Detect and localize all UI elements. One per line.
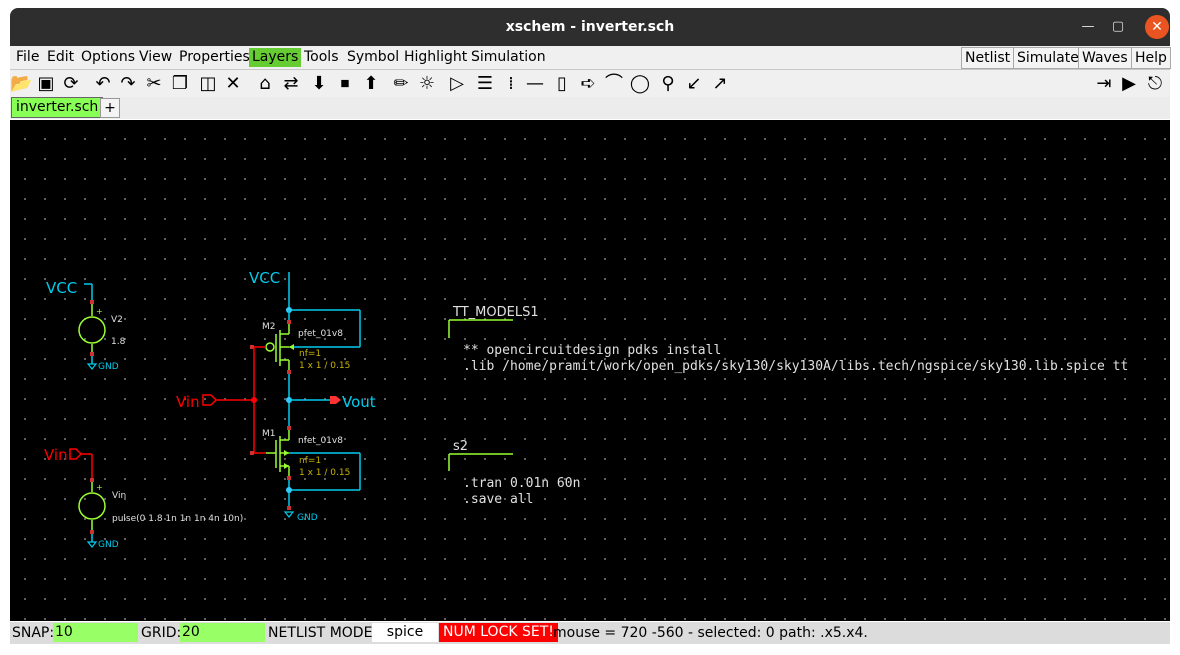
menu-options[interactable]: Options [78, 48, 138, 67]
open-icon[interactable]: 📂 [10, 73, 32, 95]
vcc-label-left: VCC [46, 279, 77, 297]
zoom-out-icon[interactable]: ↗ [709, 73, 731, 95]
m2-model: pfet_01v8 [298, 329, 343, 339]
menu-view[interactable]: View [136, 48, 175, 67]
svg-text:+: + [96, 483, 103, 492]
waves-icon[interactable]: ⎋ [1144, 73, 1166, 95]
add-tab-button[interactable]: + [100, 98, 120, 118]
waves-button[interactable]: Waves [1078, 47, 1132, 69]
m2-size: 1 x 1 / 0.15 [299, 361, 350, 371]
snap-input[interactable]: 10 [53, 623, 138, 642]
gnd-label-m1: GND [297, 513, 318, 523]
netlist-button[interactable]: Netlist [961, 47, 1015, 69]
vin-source-name: Vin [112, 491, 126, 501]
tab-inverter[interactable]: inverter.sch [11, 97, 104, 118]
arc-icon[interactable]: ⌒ [603, 73, 625, 95]
toolbar: 📂 ▣ ⟳ ↶ ↷ ✂ ❐ ◫ ✕ ⌂ ⇄ ⬇ ⏹ ⬆ ✏ ☼ ▷ ☰ ⁞ — … [10, 70, 1170, 97]
status-info: mouse = 720 -560 - selected: 0 path: .x5… [553, 625, 868, 641]
code-block-2-line-2: .save all [463, 492, 533, 507]
menu-bar: File Edit Options View Properties Layers… [10, 46, 1171, 70]
vcc-label-top: VCC [249, 269, 280, 287]
gnd-label-1: GND [98, 362, 119, 372]
help-button[interactable]: Help [1131, 47, 1171, 69]
grid-input[interactable]: 20 [180, 623, 265, 642]
code-block-2-name: s2 [453, 439, 468, 454]
schematic-drawing: VCC + V2 1.8 GND VCC M2 pfet_01v8 nf=1 1… [44, 269, 1128, 550]
simulate-button[interactable]: Simulate [1013, 47, 1083, 69]
copy-icon[interactable]: ❐ [169, 73, 191, 95]
vin-source-value: pulse(0 1.8 1n 1n 1n 4n 10n) [112, 514, 243, 524]
wire-icon[interactable]: ✏ [390, 73, 412, 95]
vout-label: Vout [342, 393, 376, 411]
inverter-circuit[interactable]: VCC M2 pfet_01v8 nf=1 1 x 1 / 0.15 Vin V… [176, 269, 376, 523]
grid-label: GRID: [141, 625, 182, 641]
rectangle-icon[interactable]: ▯ [551, 73, 573, 95]
code-block-1-line-1: ** opencircuitdesign pdks install [463, 343, 721, 358]
m1-size: 1 x 1 / 0.15 [299, 468, 350, 478]
voltage-source-vin[interactable]: Vin + Vin pulse(0 1.8 1n 1n 1n 4n 10n) G… [44, 446, 243, 550]
m1-name: M1 [262, 429, 276, 439]
code-block-2-line-1: .tran 0.01n 60n [463, 476, 580, 491]
text-icon[interactable]: ☰ [474, 73, 496, 95]
code-block-1-line-2: .lib /home/pramit/work/open_pdks/sky130/… [463, 359, 1128, 374]
v2-value: 1.8 [111, 337, 126, 347]
netlist-icon[interactable]: ⇥ [1093, 73, 1115, 95]
v2-name: V2 [111, 315, 123, 325]
pin-icon[interactable]: ▷ [446, 73, 468, 95]
vin-source-label: Vin [44, 446, 68, 464]
probe-icon[interactable]: ⁞ [500, 73, 522, 95]
delete-icon[interactable]: ✕ [222, 73, 244, 95]
menu-file[interactable]: File [13, 48, 42, 67]
code-block-1-name: TT_MODELS1 [452, 305, 539, 320]
snap-label: SNAP: [12, 625, 55, 641]
netlist-mode-label: NETLIST MODE: [268, 625, 378, 641]
simulate-icon[interactable]: ▶ [1118, 73, 1140, 95]
code-block-tt-models[interactable]: TT_MODELS1 ** opencircuitdesign pdks ins… [448, 305, 1128, 374]
undo-icon[interactable]: ↶ [92, 73, 114, 95]
push-down-icon[interactable]: ⬇ [308, 73, 330, 95]
window-title: xschem - inverter.sch [505, 19, 675, 35]
tab-bar: inverter.sch + [10, 97, 1170, 119]
m2-name: M2 [262, 322, 276, 332]
schematic-canvas[interactable]: VCC + V2 1.8 GND VCC M2 pfet_01v8 nf=1 1… [10, 120, 1170, 621]
save-icon[interactable]: ▣ [35, 73, 57, 95]
polygon-icon[interactable]: ➪ [577, 73, 599, 95]
cut-icon[interactable]: ✂ [143, 73, 165, 95]
redo-icon[interactable]: ↷ [117, 73, 139, 95]
m2-nf: nf=1 [299, 349, 321, 359]
minimize-button[interactable]: — [1078, 17, 1098, 37]
svg-text:+: + [96, 307, 103, 316]
menu-properties[interactable]: Properties [176, 48, 253, 67]
menu-simulation[interactable]: Simulation [468, 48, 549, 67]
place-symbol-icon[interactable]: ⌂ [254, 73, 276, 95]
m1-model: nfet_01v8 [298, 436, 343, 446]
numlock-warning: NUM LOCK SET! [439, 623, 558, 642]
highlight-icon[interactable]: ☼ [416, 73, 438, 95]
menu-tools[interactable]: Tools [301, 48, 342, 67]
menu-symbol[interactable]: Symbol [344, 48, 402, 67]
code-block-s2[interactable]: s2 .tran 0.01n 60n .save all [448, 439, 580, 507]
pmos-m2[interactable]: M2 pfet_01v8 nf=1 1 x 1 / 0.15 [250, 322, 350, 374]
line-icon[interactable]: — [524, 73, 546, 95]
maximize-button[interactable]: ▢ [1108, 17, 1128, 37]
vin-gate-label: Vin [176, 393, 200, 411]
reload-icon[interactable]: ⟳ [60, 73, 82, 95]
m1-nf: nf=1 [299, 456, 321, 466]
netlist-mode-value[interactable]: spice [372, 623, 438, 642]
menu-layers[interactable]: Layers [249, 48, 302, 67]
zoom-in-icon[interactable]: ↙ [683, 73, 705, 95]
make-symbol-icon[interactable]: ⏹ [334, 73, 356, 95]
zoom-icon[interactable]: ⚲ [657, 73, 679, 95]
swap-icon[interactable]: ⇄ [280, 73, 302, 95]
close-button[interactable]: ✕ [1145, 15, 1169, 39]
menu-highlight[interactable]: Highlight [401, 48, 470, 67]
gnd-label-2: GND [98, 540, 119, 550]
status-bar: SNAP: 10 GRID: 20 NETLIST MODE: spice NU… [10, 622, 1170, 644]
paste-icon[interactable]: ◫ [197, 73, 219, 95]
menu-edit[interactable]: Edit [44, 48, 77, 67]
circle-icon[interactable]: ◯ [629, 73, 651, 95]
pop-up-icon[interactable]: ⬆ [360, 73, 382, 95]
voltage-source-v2[interactable]: VCC + V2 1.8 GND [46, 279, 126, 372]
title-bar: xschem - inverter.sch — ▢ ✕ [10, 8, 1170, 46]
